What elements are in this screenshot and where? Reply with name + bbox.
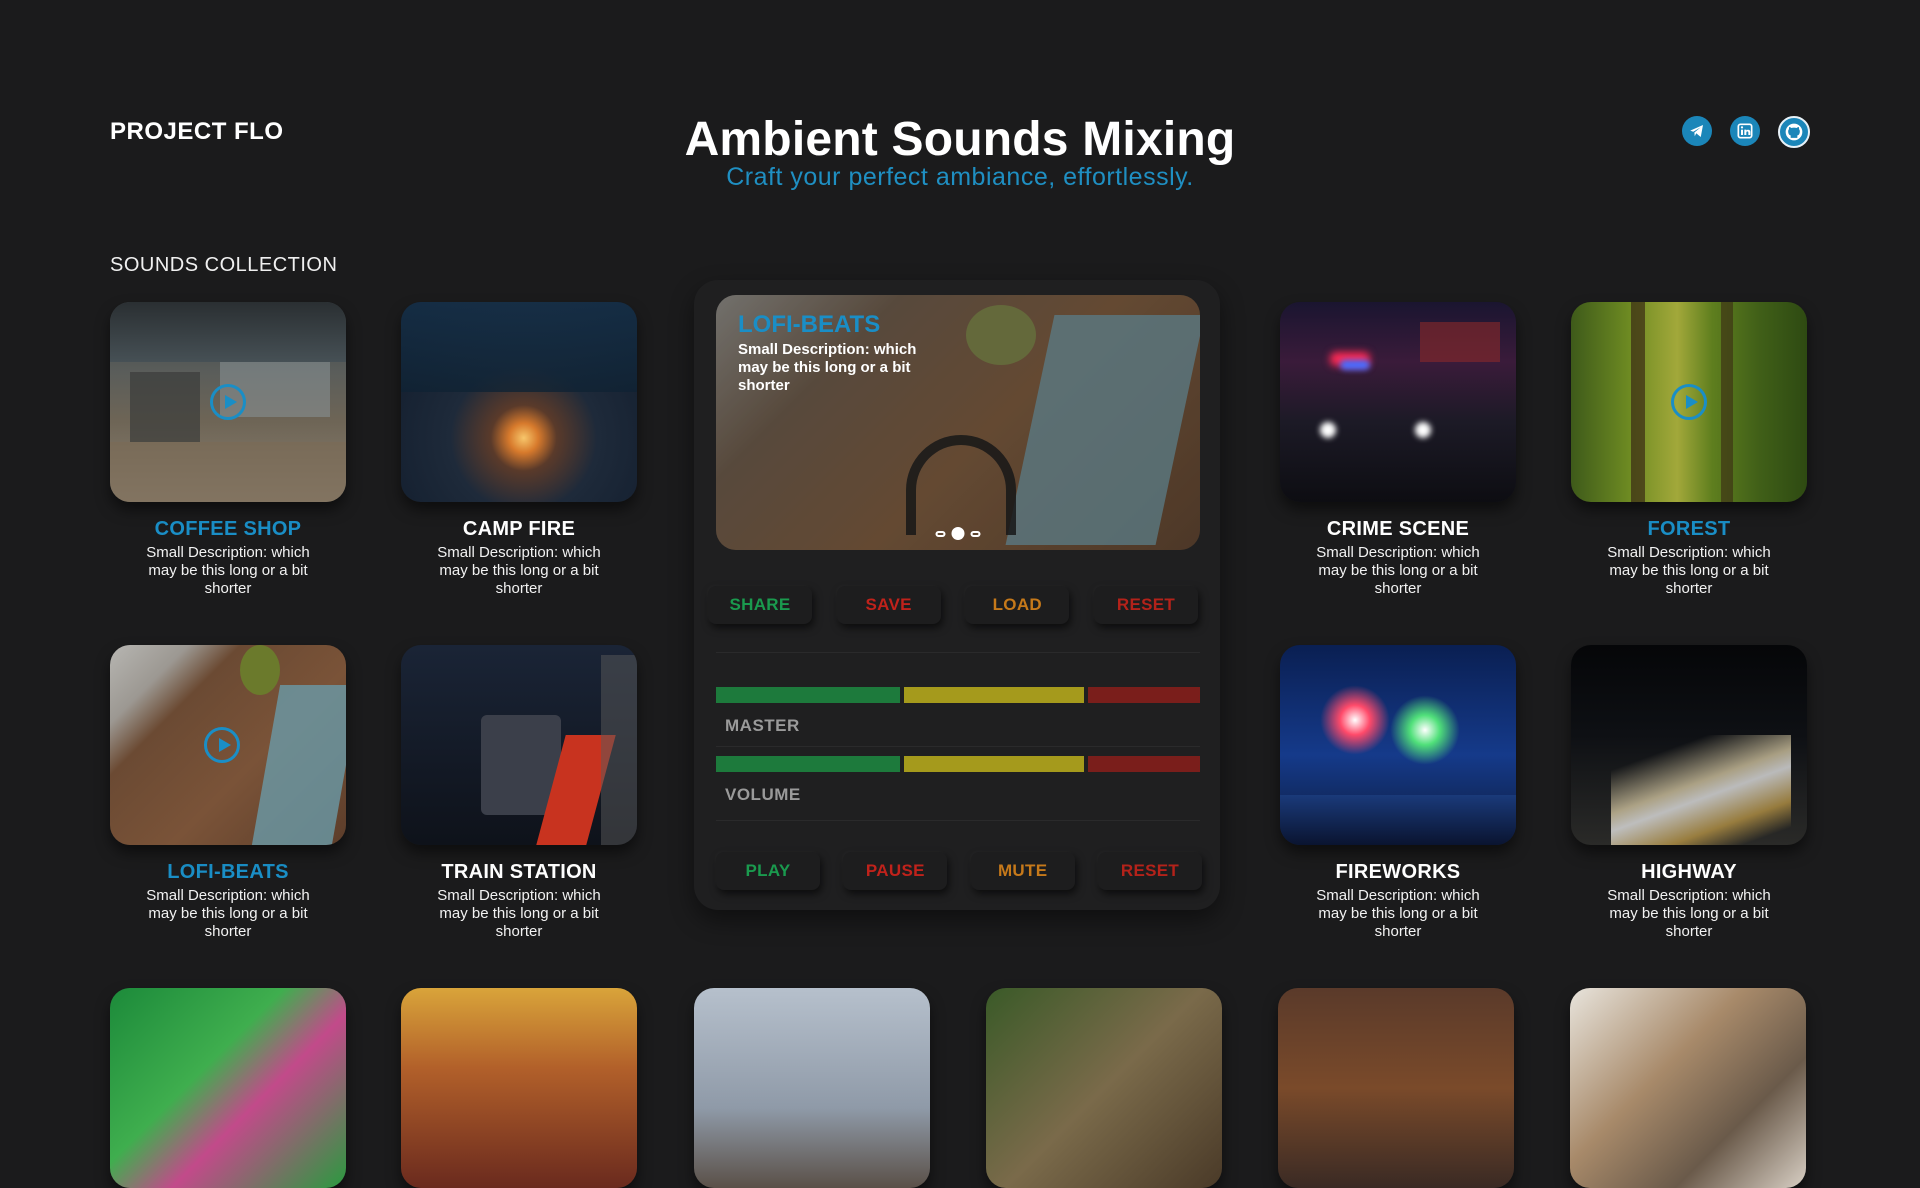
sound-description: Small Description: which may be this lon…	[146, 544, 310, 597]
play-icon[interactable]	[204, 727, 240, 763]
carousel-dot[interactable]	[970, 530, 981, 537]
page-title: Ambient Sounds Mixing	[684, 113, 1236, 166]
mix-actions: SHARE SAVE LOAD RESET	[708, 586, 1198, 624]
sound-description: Small Description: which may be this lon…	[1607, 887, 1771, 940]
sound-name: CRIME SCENE	[1326, 518, 1470, 540]
sound-description: Small Description: which may be this lon…	[1316, 544, 1480, 597]
master-label: MASTER	[725, 716, 800, 735]
save-button[interactable]: SAVE	[836, 586, 941, 624]
sound-card-crime-scene[interactable]: CRIME SCENE Small Description: which may…	[1280, 302, 1516, 598]
sound-card-kitchen[interactable]	[1570, 988, 1806, 1188]
sound-description: Small Description: which may be this lon…	[146, 887, 310, 940]
sound-name: TRAIN STATION	[441, 861, 597, 883]
sound-name: LOFI-BEATS	[167, 861, 289, 883]
share-button[interactable]: SHARE	[708, 586, 812, 624]
social-links	[1682, 116, 1810, 148]
carousel-dot[interactable]	[935, 530, 946, 537]
sound-description: Small Description: which may be this lon…	[437, 887, 601, 940]
beehive-image[interactable]	[986, 988, 1222, 1188]
sound-description: Small Description: which may be this lon…	[1316, 887, 1480, 940]
sound-name: FOREST	[1647, 518, 1731, 540]
carousel-dots	[935, 527, 981, 540]
mute-button[interactable]: MUTE	[970, 852, 1075, 890]
church-image[interactable]	[694, 988, 930, 1188]
sound-card-church[interactable]	[694, 988, 930, 1188]
train-station-image[interactable]	[401, 645, 637, 845]
mixer-panel: LOFI-BEATS Small Description: which may …	[694, 280, 1220, 910]
sound-card-train-station[interactable]: TRAIN STATION Small Description: which m…	[401, 645, 637, 941]
coffee-shop-image[interactable]	[110, 302, 346, 502]
section-title: SOUNDS COLLECTION	[110, 254, 338, 276]
sound-card-carnival[interactable]	[110, 988, 346, 1188]
pause-button[interactable]: PAUSE	[843, 852, 948, 890]
sound-card-construction[interactable]	[1278, 988, 1514, 1188]
sound-card-beehive[interactable]	[986, 988, 1222, 1188]
sound-card-casino[interactable]	[401, 988, 637, 1188]
casino-image[interactable]	[401, 988, 637, 1188]
sound-card-camp-fire[interactable]: CAMP FIRE Small Description: which may b…	[401, 302, 637, 598]
reset-playback-button[interactable]: RESET	[1097, 852, 1202, 890]
fireworks-image[interactable]	[1280, 645, 1516, 845]
sound-name: COFFEE SHOP	[154, 518, 302, 540]
sound-name: HIGHWAY	[1641, 861, 1737, 883]
kitchen-image[interactable]	[1570, 988, 1806, 1188]
sound-description: Small Description: which may be this lon…	[1607, 544, 1771, 597]
sound-card-coffee-shop[interactable]: COFFEE SHOP Small Description: which may…	[110, 302, 346, 598]
github-icon[interactable]	[1778, 116, 1810, 148]
lofi-beats-image[interactable]	[110, 645, 346, 845]
carousel-dot-active[interactable]	[951, 527, 965, 540]
divider	[716, 652, 1200, 653]
sound-card-highway[interactable]: HIGHWAY Small Description: which may be …	[1571, 645, 1807, 941]
linkedin-icon[interactable]	[1730, 116, 1760, 146]
load-button[interactable]: LOAD	[965, 586, 1070, 624]
now-playing-hero[interactable]: LOFI-BEATS Small Description: which may …	[716, 295, 1200, 550]
sound-name: FIREWORKS	[1335, 861, 1461, 883]
construction-image[interactable]	[1278, 988, 1514, 1188]
reset-mix-button[interactable]: RESET	[1093, 586, 1198, 624]
divider	[716, 746, 1200, 747]
now-playing-description: Small Description: which may be this lon…	[738, 341, 917, 394]
telegram-icon[interactable]	[1682, 116, 1712, 146]
play-icon[interactable]	[1671, 384, 1707, 420]
highway-image[interactable]	[1571, 645, 1807, 845]
play-button[interactable]: PLAY	[716, 852, 820, 890]
playback-controls: PLAY PAUSE MUTE RESET	[716, 852, 1202, 890]
forest-image[interactable]	[1571, 302, 1807, 502]
page-subtitle: Craft your perfect ambiance, effortlessl…	[726, 163, 1194, 191]
carnival-image[interactable]	[110, 988, 346, 1188]
master-level-meter[interactable]	[716, 687, 1200, 703]
camp-fire-image[interactable]	[401, 302, 637, 502]
volume-level-meter[interactable]	[716, 756, 1200, 772]
sound-name: CAMP FIRE	[462, 518, 576, 540]
sound-card-fireworks[interactable]: FIREWORKS Small Description: which may b…	[1280, 645, 1516, 941]
now-playing-title: LOFI-BEATS	[738, 311, 881, 338]
volume-label: VOLUME	[725, 785, 801, 804]
sound-description: Small Description: which may be this lon…	[437, 544, 601, 597]
play-icon[interactable]	[210, 384, 246, 420]
sound-card-lofi-beats[interactable]: LOFI-BEATS Small Description: which may …	[110, 645, 346, 941]
sound-card-forest[interactable]: FOREST Small Description: which may be t…	[1571, 302, 1807, 598]
crime-scene-image[interactable]	[1280, 302, 1516, 502]
divider	[716, 820, 1200, 821]
